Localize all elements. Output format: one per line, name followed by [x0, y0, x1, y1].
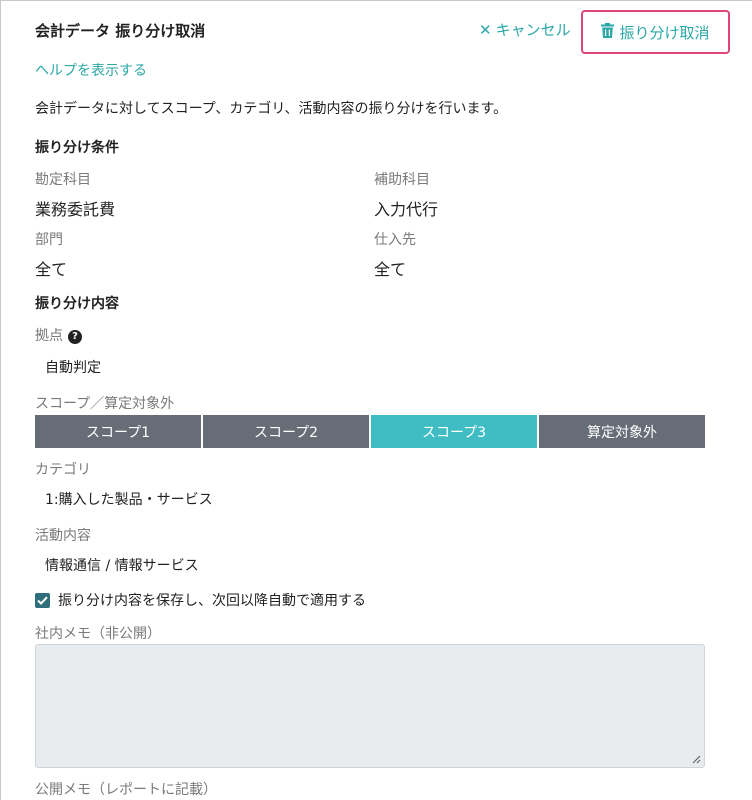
department-value: 全て: [35, 260, 68, 279]
activity-select[interactable]: 情報通信 / 情報サービス: [45, 555, 199, 575]
undo-allocation-label: 振り分け取消: [619, 23, 710, 42]
save-rule-row[interactable]: 振り分け内容を保存し、次回以降自動で適用する: [35, 590, 366, 610]
scope-option-3[interactable]: スコープ3: [371, 415, 537, 448]
category-label: カテゴリ: [35, 462, 91, 478]
check-icon: [37, 596, 48, 605]
help-link[interactable]: ヘルプを表示する: [35, 60, 147, 80]
base-label: 拠点: [35, 328, 63, 344]
department-label: 部門: [35, 232, 63, 248]
save-rule-checkbox[interactable]: [35, 592, 50, 608]
scope-option-1[interactable]: スコープ1: [35, 415, 201, 448]
supplier-label: 仕入先: [374, 232, 416, 248]
resize-handle-icon[interactable]: [691, 754, 701, 764]
description: 会計データに対してスコープ、カテゴリ、活動内容の振り分けを行います。: [35, 101, 508, 117]
public-memo-label: 公開メモ（レポートに記載）: [35, 782, 217, 798]
question-circle-icon[interactable]: ?: [68, 330, 82, 344]
base-field: 拠点?: [35, 325, 82, 345]
undo-allocation-button[interactable]: 振り分け取消: [581, 10, 730, 54]
sub-account-value: 入力代行: [374, 200, 439, 219]
account-label: 勘定科目: [35, 172, 91, 188]
activity-label: 活動内容: [35, 528, 91, 544]
close-icon: ✕: [479, 20, 492, 39]
cancel-button-label: キャンセル: [495, 21, 571, 39]
scope-segmented-control: スコープ1 スコープ2 スコープ3 算定対象外: [35, 415, 705, 448]
category-select[interactable]: 1:購入した製品・サービス: [45, 489, 213, 509]
scope-option-2[interactable]: スコープ2: [203, 415, 369, 448]
page-title: 会計データ 振り分け取消: [35, 22, 206, 40]
scope-label: スコープ／算定対象外: [35, 396, 175, 412]
scope-option-excluded[interactable]: 算定対象外: [539, 415, 705, 448]
content-title: 振り分け内容: [35, 296, 119, 312]
base-select[interactable]: 自動判定: [45, 357, 101, 377]
trash-icon: [601, 22, 615, 42]
internal-memo-textarea[interactable]: [35, 644, 705, 768]
cancel-button[interactable]: ✕ キャンセル: [479, 19, 571, 40]
supplier-value: 全て: [374, 260, 407, 279]
conditions-title: 振り分け条件: [35, 140, 119, 156]
account-value: 業務委託費: [35, 200, 116, 219]
internal-memo-label: 社内メモ（非公開）: [35, 626, 161, 642]
save-rule-label: 振り分け内容を保存し、次回以降自動で適用する: [58, 593, 366, 609]
sub-account-label: 補助科目: [374, 172, 430, 188]
